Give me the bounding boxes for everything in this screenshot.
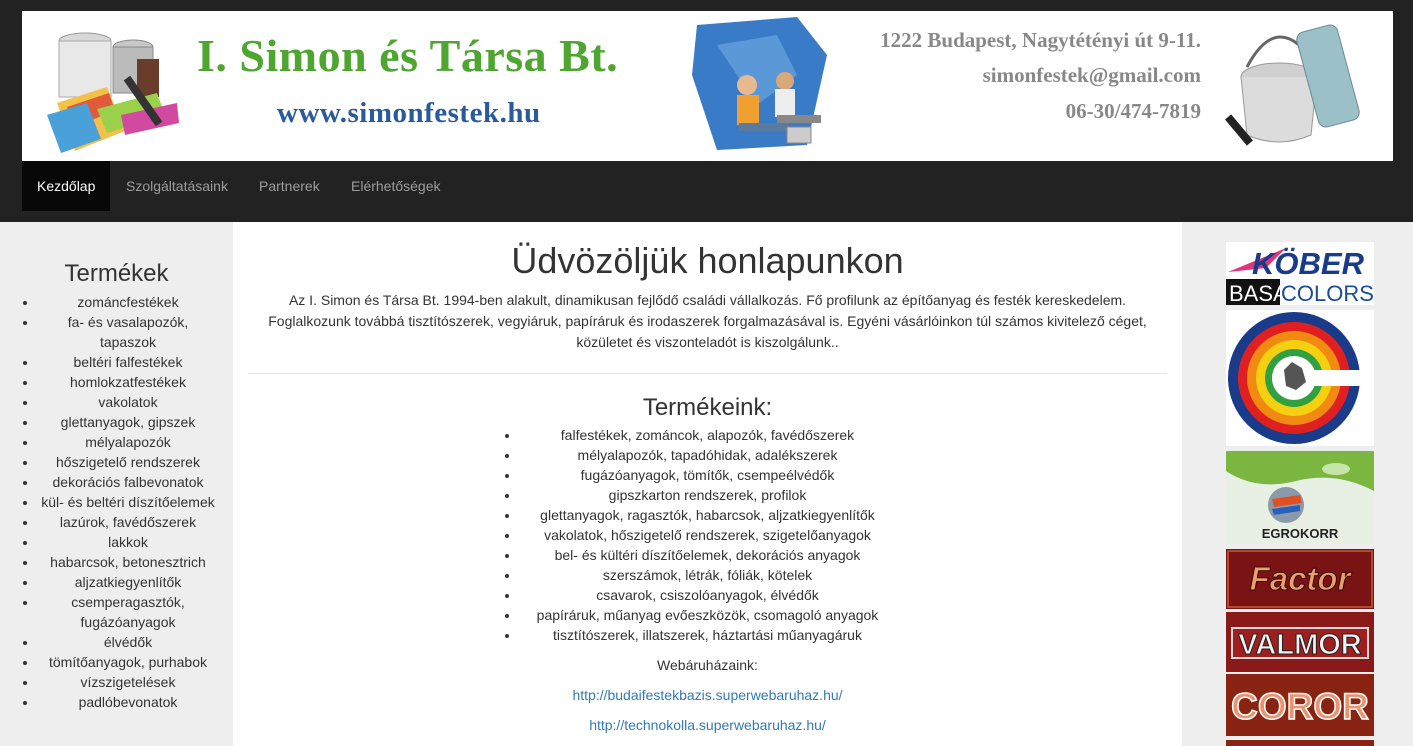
sidebar-item[interactable]: padlóbevonatok <box>38 692 218 712</box>
basa-text: BASA <box>1229 281 1288 305</box>
product-item: gipszkarton rendszerek, profilok <box>520 485 895 505</box>
sidebar-item[interactable]: lazúrok, favédőszerek <box>38 512 218 532</box>
sidebar-item[interactable]: vakolatok <box>38 392 218 412</box>
sidebar-item[interactable]: glettanyagok, gipszek <box>38 412 218 432</box>
nav-partnerek[interactable]: Partnerek <box>244 161 335 211</box>
sidebar-item[interactable]: lakkok <box>38 532 218 552</box>
product-item: csavarok, csiszolóanyagok, élvédők <box>520 585 895 605</box>
main-content: Üdvözöljük honlapunkon Az I. Simon és Tá… <box>233 222 1182 746</box>
page-header: I. Simon és Társa Bt. www.simonfestek.hu… <box>0 0 1413 222</box>
sidebar-item[interactable]: homlokzatfestékek <box>38 372 218 392</box>
sidebar-item[interactable]: hőszigetelő rendszerek <box>38 452 218 472</box>
sidebar-item[interactable]: dekorációs falbevonatok <box>38 472 218 492</box>
products-heading: Termékeink: <box>642 394 773 421</box>
products-list: falfestékek, zománcok, alapozók, favédős… <box>520 425 895 645</box>
nav-elerhetosegek[interactable]: Elérhetőségek <box>336 161 456 211</box>
product-item: glettanyagok, ragasztók, habarcsok, aljz… <box>520 505 895 525</box>
sidebar-item[interactable]: zománcfestékek <box>38 292 218 312</box>
company-name: I. Simon és Társa Bt. <box>197 30 619 81</box>
sidebar-item[interactable]: mélyalapozók <box>38 432 218 452</box>
sidebar-item[interactable]: csemperagasztók, fugázóanyagok <box>38 592 218 632</box>
partner-logos-sidebar: KÖBER BASA COLORS EGROKORR Factor VALMOR <box>1182 222 1413 746</box>
header-phone: 06-30/474-7819 <box>1065 99 1201 123</box>
coror-text: COROR <box>1231 686 1369 727</box>
egrokorr-logo[interactable]: EGROKORR <box>1226 451 1374 544</box>
header-address: 1222 Budapest, Nagytétényi út 9-11. <box>880 28 1201 52</box>
kober-basa-logo[interactable]: KÖBER BASA COLORS <box>1226 242 1374 305</box>
product-item: falfestékek, zománcok, alapozók, favédős… <box>520 425 895 445</box>
sidebar-item[interactable]: aljzatkiegyenlítők <box>38 572 218 592</box>
sidebar-item[interactable]: vízszigetelések <box>38 672 218 692</box>
paint-roller-icon <box>1225 24 1360 146</box>
products-sidebar: Termékek zománcfestékek fa- és vasalapoz… <box>0 222 233 746</box>
sidebar-item[interactable]: tömítőanyagok, purhabok <box>38 652 218 672</box>
product-item: papíráruk, műanyag evőeszközök, csomagol… <box>520 605 895 625</box>
product-item: mélyalapozók, tapadóhidak, adalékszerek <box>520 445 895 465</box>
product-item: bel- és kültéri díszítőelemek, dekoráció… <box>520 545 895 565</box>
webshop-link-budaifestekbazis[interactable]: http://budaifestekbazis.superwebaruhaz.h… <box>233 685 1182 705</box>
paint-cans-icon <box>47 32 179 153</box>
webshops-label: Webáruházaink: <box>657 657 758 673</box>
sidebar-item[interactable]: élvédők <box>38 632 218 652</box>
colors-text: COLORS <box>1281 281 1374 305</box>
product-item: szerszámok, létrák, fóliák, kötelek <box>520 565 895 585</box>
egrokorr-text: EGROKORR <box>1262 526 1339 541</box>
painters-illustration <box>687 15 837 155</box>
website-url: www.simonfestek.hu <box>277 97 541 129</box>
sidebar-item[interactable]: fa- és vasalapozók, tapaszok <box>38 312 218 352</box>
factor-text: Factor <box>1250 560 1353 597</box>
sidebar-title: Termékek <box>64 260 169 287</box>
product-item: fugázóanyagok, tömítők, csempeélvédők <box>520 465 895 485</box>
sidebar-item[interactable]: beltéri falfestékek <box>38 352 218 372</box>
webshop-link-technokolla[interactable]: http://technokolla.superwebaruhaz.hu/ <box>233 715 1182 735</box>
main-navbar: Kezdőlap Szolgáltatásaink Partnerek Elér… <box>22 161 1393 211</box>
valmor-logo[interactable]: VALMOR <box>1226 612 1374 672</box>
color-wheel-logo[interactable] <box>1226 310 1374 446</box>
sidebar-item[interactable]: kül- és beltéri díszítőelemek <box>38 492 218 512</box>
sidebar-product-list: zománcfestékek fa- és vasalapozók, tapas… <box>0 292 233 712</box>
kober-text: KÖBER <box>1252 246 1365 281</box>
header-email: simonfestek@gmail.com <box>982 63 1201 87</box>
nav-szolgaltatasaink[interactable]: Szolgáltatásaink <box>111 161 243 211</box>
sidebar-item[interactable]: habarcsok, betonesztrich <box>38 552 218 572</box>
header-banner[interactable]: I. Simon és Társa Bt. www.simonfestek.hu… <box>22 11 1393 161</box>
product-item: vakolatok, hőszigetelő rendszerek, szige… <box>520 525 895 545</box>
coror-logo[interactable]: COROR <box>1226 674 1374 736</box>
divider <box>248 373 1167 374</box>
page-title: Üdvözöljük honlapunkon <box>511 240 904 281</box>
intro-text: Az I. Simon és Társa Bt. 1994-ben alakul… <box>268 292 1147 350</box>
nav-kezdolap[interactable]: Kezdőlap <box>22 161 111 211</box>
valmor-text: VALMOR <box>1238 629 1362 661</box>
factor-logo[interactable]: Factor <box>1226 549 1374 609</box>
product-item: tisztítószerek, illatszerek, háztartási … <box>520 625 895 645</box>
next-brand-logo[interactable] <box>1226 740 1374 746</box>
